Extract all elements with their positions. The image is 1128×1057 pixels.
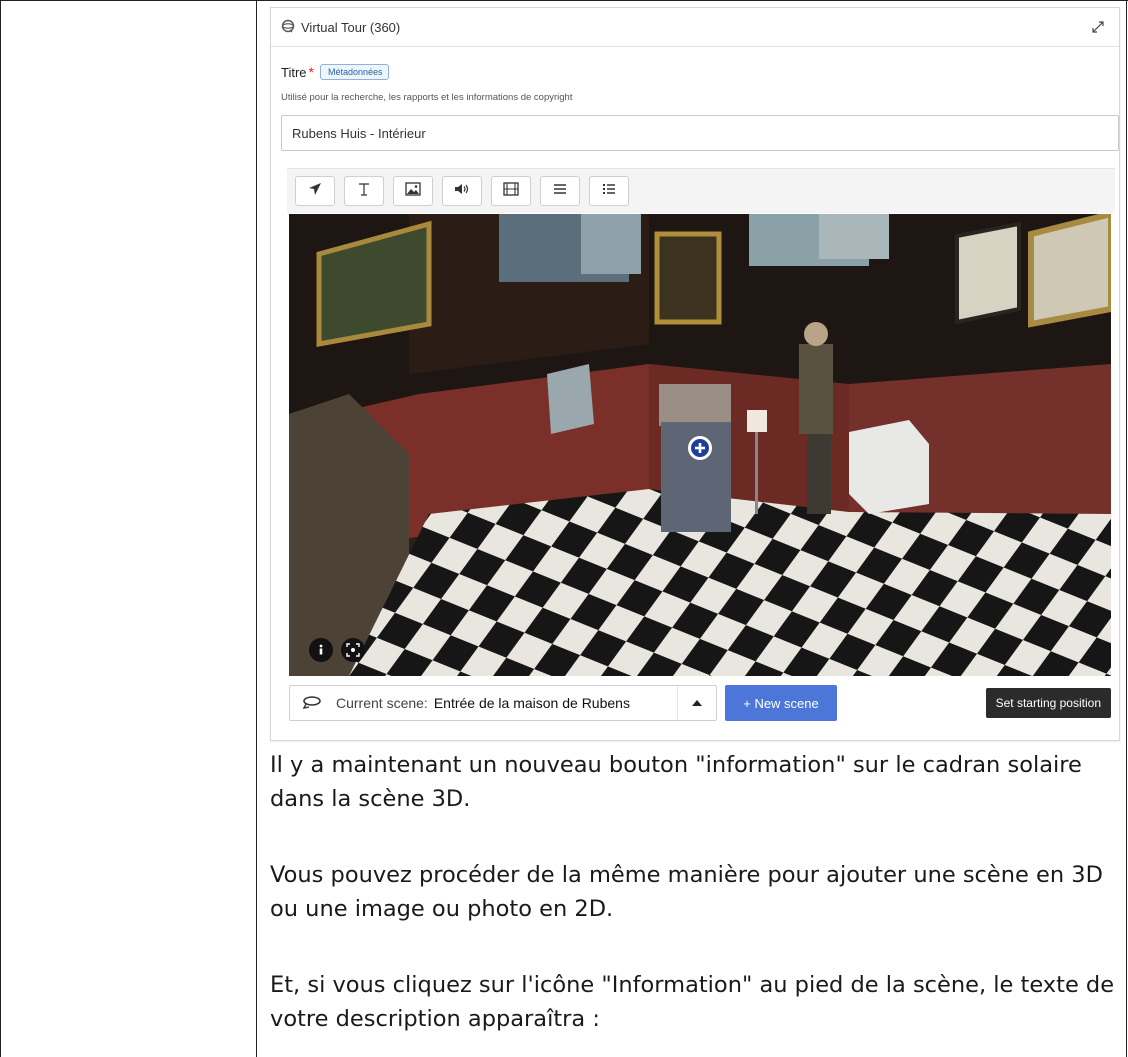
title-field-label-row: Titre * Métadonnées	[281, 64, 389, 80]
field-label: Titre	[281, 64, 307, 80]
video-icon	[503, 181, 519, 201]
new-scene-button[interactable]: + New scene	[725, 685, 837, 721]
scene-toolbar	[287, 168, 1115, 213]
help-text: Utilisé pour la recherche, les rapports …	[281, 92, 573, 103]
current-scene-select[interactable]: Current scene: Entrée de la maison de Ru…	[289, 685, 717, 721]
table-column-divider	[256, 0, 257, 1057]
paragraph-2: Vous pouvez procéder de la même manière …	[270, 862, 1103, 922]
image-button[interactable]	[393, 176, 433, 206]
caret-up-icon[interactable]	[677, 686, 716, 720]
widget-header: Virtual Tour (360)	[271, 8, 1119, 47]
widget-title: Virtual Tour (360)	[301, 19, 401, 35]
numbered-list-button[interactable]	[589, 176, 629, 206]
virtual-tour-icon	[281, 19, 295, 36]
text-button[interactable]	[344, 176, 384, 206]
info-hotspot-icon[interactable]	[688, 436, 712, 460]
current-scene-value: Entrée de la maison de Rubens	[433, 695, 630, 711]
image-icon	[405, 181, 421, 201]
paragraph-1: Il y a maintenant un nouveau bouton "inf…	[270, 752, 1082, 812]
expand-icon[interactable]	[1087, 16, 1109, 38]
fullscreen-icon[interactable]	[341, 638, 365, 662]
table-right-border	[1126, 0, 1127, 1057]
video-button[interactable]	[491, 176, 531, 206]
table-top-border	[0, 0, 1128, 1]
required-marker: *	[308, 64, 314, 80]
list-icon	[553, 182, 567, 201]
audio-button[interactable]	[442, 176, 482, 206]
numbered-list-icon	[602, 182, 616, 201]
virtual-tour-widget: Virtual Tour (360) Titre * Métadonnées U…	[270, 7, 1120, 741]
paragraph-3: Et, si vous cliquez sur l'icône "Informa…	[270, 972, 1115, 1032]
metadata-badge[interactable]: Métadonnées	[319, 64, 389, 80]
list-button[interactable]	[540, 176, 580, 206]
navigate-icon	[308, 182, 322, 201]
table-left-border	[0, 0, 1, 1057]
info-icon[interactable]	[309, 638, 333, 662]
text-icon	[357, 182, 371, 201]
audio-icon	[454, 182, 470, 201]
current-scene-label: Current scene:	[336, 695, 428, 711]
rotate-icon	[302, 695, 322, 712]
panorama-viewer[interactable]	[289, 214, 1111, 676]
title-input[interactable]: Rubens Huis - Intérieur	[281, 115, 1119, 151]
scene-controls: Current scene: Entrée de la maison de Ru…	[289, 684, 1111, 722]
navigate-button[interactable]	[295, 176, 335, 206]
set-starting-position-button[interactable]: Set starting position	[985, 688, 1111, 718]
